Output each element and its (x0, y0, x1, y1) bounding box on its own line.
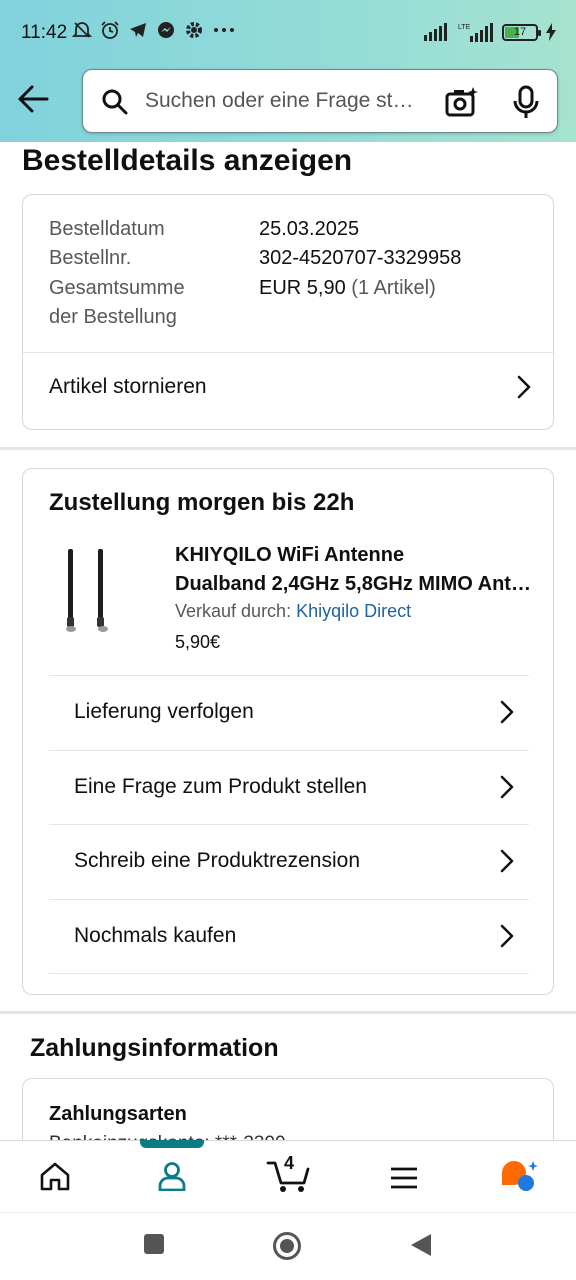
track-delivery-link[interactable]: Lieferung verfolgen (49, 676, 529, 750)
track-delivery-label: Lieferung verfolgen (74, 700, 254, 723)
nav-home[interactable] (25, 1153, 85, 1203)
chevron-right-icon (500, 700, 514, 724)
order-number-value: 302-4520707-3329958 (259, 247, 462, 269)
order-total-value: EUR 5,90 (1 Artikel) (259, 277, 436, 299)
chevron-right-icon (500, 924, 514, 948)
ask-product-question-link[interactable]: Eine Frage zum Produkt stellen (49, 751, 529, 825)
sold-by: Verkauf durch: Khiyqilo Direct (175, 601, 411, 622)
product-title-line1: KHIYQILO WiFi Antenne (175, 544, 405, 566)
shipment-card: Zustellung morgen bis 22h KHIYQILO WiFi … (22, 468, 554, 995)
status-time: 11:42 (21, 22, 68, 43)
buy-again-link[interactable]: Nochmals kaufen (49, 900, 529, 974)
alarm-icon (101, 21, 119, 39)
search-bar[interactable]: Suchen oder eine Frage stellen (82, 69, 558, 133)
recent-apps-icon[interactable] (143, 1233, 165, 1255)
search-icon (102, 89, 128, 115)
cart-count-badge: 4 (284, 1153, 295, 1173)
search-input[interactable]: Suchen oder eine Frage stellen (145, 89, 425, 113)
settings-gear-icon (186, 22, 202, 38)
rufus-assistant-icon (502, 1161, 538, 1191)
active-tab-indicator (140, 1140, 204, 1148)
back-button-icon[interactable] (410, 1233, 432, 1257)
cancel-items-label: Artikel stornieren (49, 375, 207, 398)
home-button-icon[interactable] (272, 1231, 302, 1261)
order-number-label: Bestellnr. (49, 247, 132, 269)
svg-text:LTE: LTE (458, 24, 471, 31)
nav-menu[interactable] (374, 1153, 434, 1203)
chevron-right-icon (500, 849, 514, 873)
messenger-icon (158, 22, 174, 38)
page-title: Bestelldetails anzeigen (22, 144, 353, 177)
profile-icon (158, 1162, 186, 1191)
status-system-icons: LTE 17 (424, 22, 556, 42)
battery-icon: 17 (502, 23, 541, 41)
microphone-icon[interactable] (511, 85, 541, 119)
divider (49, 973, 529, 974)
write-review-link[interactable]: Schreib eine Produktrezension (49, 825, 529, 899)
camera-search-icon[interactable] (445, 85, 479, 119)
product-title[interactable]: KHIYQILO WiFi Antenne Dualband 2,4GHz 5,… (175, 541, 535, 599)
chevron-right-icon (500, 775, 514, 799)
section-separator (0, 1011, 576, 1014)
status-bar: 11:42 LTE 17 (0, 0, 576, 64)
order-total-label: Gesamtsumme der Bestellung (49, 277, 185, 328)
nav-profile[interactable] (142, 1153, 202, 1203)
order-date-label: Bestelldatum (49, 218, 165, 240)
telegram-icon (130, 23, 146, 37)
header-background: 11:42 LTE 17 Suchen oder eine Frage stel… (0, 0, 576, 142)
home-icon (40, 1162, 70, 1191)
buy-again-label: Nochmals kaufen (74, 924, 237, 947)
hamburger-menu-icon (391, 1167, 417, 1189)
nav-assistant[interactable] (490, 1153, 550, 1203)
mute-icon (72, 22, 92, 38)
write-review-label: Schreib eine Produktrezension (74, 849, 361, 872)
product-price: 5,90€ (175, 632, 221, 652)
status-notification-icons (72, 20, 236, 40)
product-title-line2: Dualband 2,4GHz 5,8GHz MIMO Antenne (175, 573, 535, 595)
system-navigation-bar (0, 1212, 576, 1280)
sold-by-prefix: Verkauf durch: (175, 601, 292, 621)
cancel-items-link[interactable]: Artikel stornieren (23, 353, 553, 423)
chevron-right-icon (517, 375, 531, 399)
order-summary-card: Bestelldatum 25.03.2025 Bestellnr. 302-4… (22, 194, 554, 430)
delivery-heading: Zustellung morgen bis 22h (49, 489, 355, 516)
product-image[interactable] (61, 547, 127, 633)
lte-signal-icon: LTE (458, 23, 493, 42)
charging-icon (546, 23, 556, 41)
more-dots-icon (214, 28, 234, 32)
order-date-value: 25.03.2025 (259, 218, 360, 240)
seller-link[interactable]: Khiyqilo Direct (296, 601, 411, 621)
payment-methods-title: Zahlungsarten (49, 1103, 187, 1125)
payment-section-title: Zahlungsinformation (30, 1034, 279, 1062)
signal-icon (424, 23, 447, 41)
battery-level: 17 (513, 25, 527, 38)
section-separator (0, 447, 576, 450)
ask-question-label: Eine Frage zum Produkt stellen (74, 775, 367, 798)
bottom-navigation: 4 (0, 1140, 576, 1212)
back-arrow-icon[interactable] (16, 84, 50, 114)
